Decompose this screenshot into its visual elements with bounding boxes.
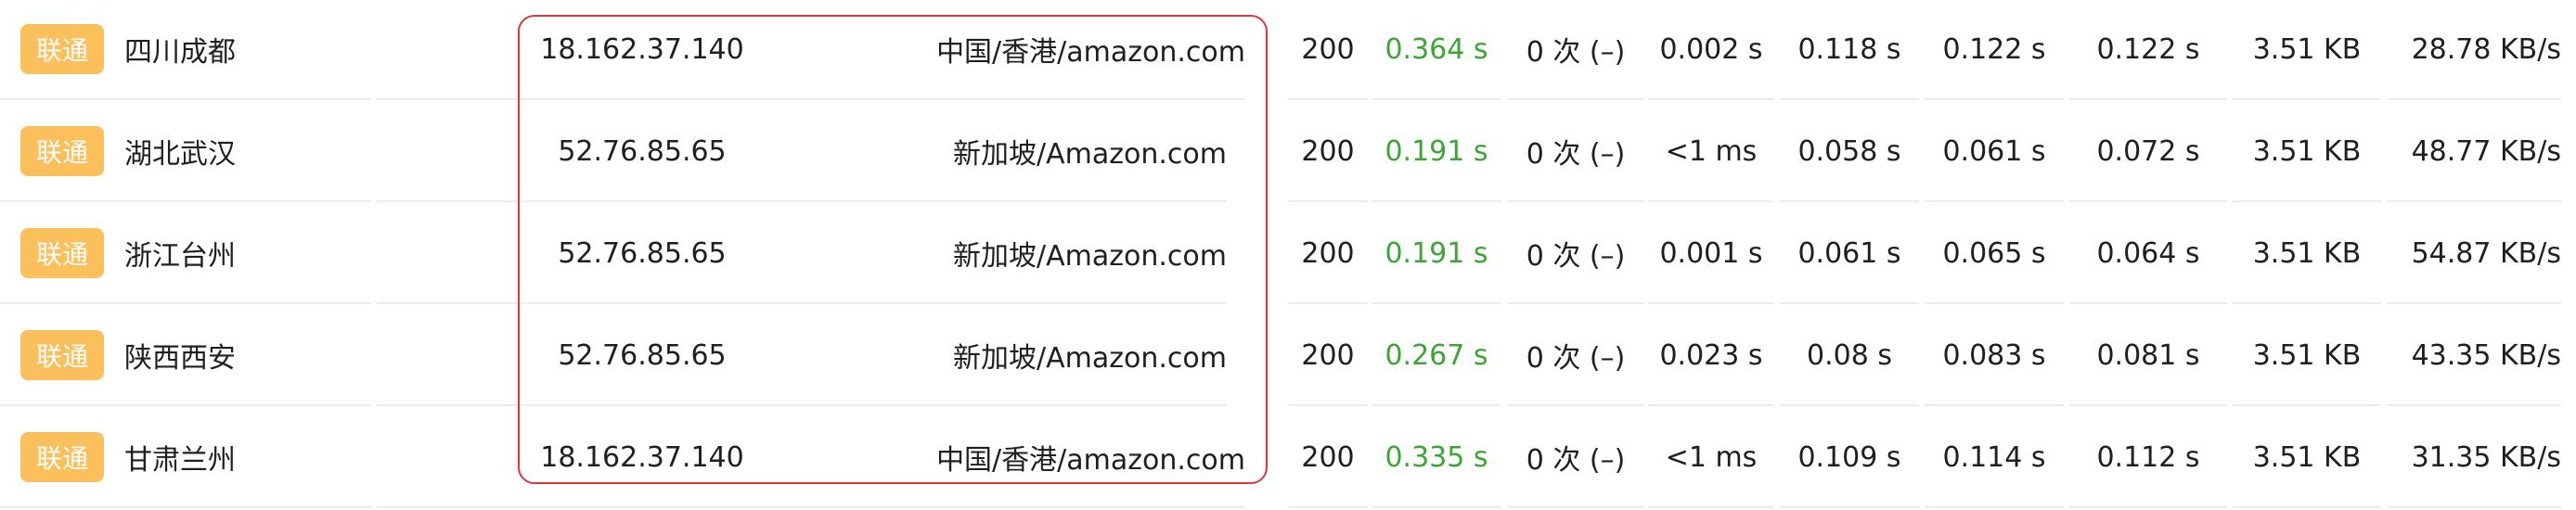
- ip-address: 52.76.85.65: [377, 102, 908, 202]
- node-name: 湖北武汉: [124, 138, 236, 171]
- isp-badge: 联通: [20, 126, 104, 176]
- download-time: 0.083 s: [1925, 306, 2064, 406]
- ip-address: 52.76.85.65: [377, 306, 908, 406]
- total-time: 0.191 s: [1372, 204, 1501, 304]
- dns-time: <1 ms: [1648, 408, 1774, 508]
- node-name: 陕西西安: [124, 342, 236, 375]
- redirect-count: 0 次 (–): [1507, 102, 1644, 202]
- first-byte-time: 0.081 s: [2069, 306, 2227, 406]
- download-time: 0.061 s: [1925, 102, 2064, 202]
- page-size: 3.51 KB: [2233, 204, 2381, 304]
- connect-time: 0.118 s: [1780, 0, 1919, 100]
- redirect-count: 0 次 (–): [1507, 0, 1644, 100]
- ip-location: 中国/香港/amazon.com: [902, 0, 1245, 100]
- isp-badge: 联通: [20, 24, 104, 74]
- connect-time: 0.058 s: [1780, 102, 1919, 202]
- connect-time: 0.061 s: [1780, 204, 1919, 304]
- download-speed: 28.78 KB/s: [2387, 0, 2561, 100]
- dns-time: 0.002 s: [1648, 0, 1774, 100]
- http-status: 200: [1288, 204, 1368, 304]
- page-size: 3.51 KB: [2233, 102, 2381, 202]
- node-cell: 联通 陕西西安: [0, 306, 371, 406]
- first-byte-time: 0.112 s: [2069, 408, 2227, 508]
- total-time: 0.191 s: [1372, 102, 1501, 202]
- redirect-count: 0 次 (–): [1507, 204, 1644, 304]
- node-name: 甘肃兰州: [124, 444, 236, 477]
- download-speed: 48.77 KB/s: [2387, 102, 2561, 202]
- ip-location: 新加坡/Amazon.com: [902, 102, 1227, 202]
- node-cell: 联通 四川成都: [0, 0, 371, 100]
- page-size: 3.51 KB: [2233, 306, 2381, 406]
- connect-time: 0.08 s: [1780, 306, 1919, 406]
- first-byte-time: 0.122 s: [2069, 0, 2227, 100]
- node-cell: 联通 浙江台州: [0, 204, 371, 304]
- first-byte-time: 0.072 s: [2069, 102, 2227, 202]
- redirect-count: 0 次 (–): [1507, 408, 1644, 508]
- total-time: 0.335 s: [1372, 408, 1501, 508]
- node-name: 浙江台州: [124, 240, 236, 273]
- first-byte-time: 0.064 s: [2069, 204, 2227, 304]
- node-name: 四川成都: [124, 36, 236, 69]
- http-status: 200: [1288, 102, 1368, 202]
- ip-location: 中国/香港/amazon.com: [902, 408, 1245, 508]
- table-row[interactable]: 联通 湖北武汉 52.76.85.65 新加坡/Amazon.com 200 0…: [0, 102, 2576, 204]
- page-size: 3.51 KB: [2233, 408, 2381, 508]
- total-time: 0.364 s: [1372, 0, 1501, 100]
- download-time: 0.122 s: [1925, 0, 2064, 100]
- isp-badge: 联通: [20, 228, 104, 278]
- download-speed: 43.35 KB/s: [2387, 306, 2561, 406]
- page-size: 3.51 KB: [2233, 0, 2381, 100]
- dns-time: 0.023 s: [1648, 306, 1774, 406]
- download-speed: 31.35 KB/s: [2387, 408, 2561, 508]
- connect-time: 0.109 s: [1780, 408, 1919, 508]
- table-row[interactable]: 联通 浙江台州 52.76.85.65 新加坡/Amazon.com 200 0…: [0, 204, 2576, 306]
- dns-time: 0.001 s: [1648, 204, 1774, 304]
- ip-location: 新加坡/Amazon.com: [902, 204, 1227, 304]
- download-time: 0.065 s: [1925, 204, 2064, 304]
- dns-time: <1 ms: [1648, 102, 1774, 202]
- total-time: 0.267 s: [1372, 306, 1501, 406]
- http-status: 200: [1288, 0, 1368, 100]
- isp-badge: 联通: [20, 330, 104, 380]
- http-status: 200: [1288, 306, 1368, 406]
- download-time: 0.114 s: [1925, 408, 2064, 508]
- ip-address: 52.76.85.65: [377, 204, 908, 304]
- http-status: 200: [1288, 408, 1368, 508]
- redirect-count: 0 次 (–): [1507, 306, 1644, 406]
- ip-address: 18.162.37.140: [377, 0, 908, 100]
- isp-badge: 联通: [20, 432, 104, 482]
- node-cell: 联通 甘肃兰州: [0, 408, 371, 508]
- table-row[interactable]: 联通 陕西西安 52.76.85.65 新加坡/Amazon.com 200 0…: [0, 306, 2576, 408]
- ip-address: 18.162.37.140: [377, 408, 908, 508]
- node-cell: 联通 湖北武汉: [0, 102, 371, 202]
- table-row[interactable]: 联通 四川成都 18.162.37.140 中国/香港/amazon.com 2…: [0, 0, 2576, 102]
- ip-location: 新加坡/Amazon.com: [902, 306, 1227, 406]
- speed-test-results-table: 联通 四川成都 18.162.37.140 中国/香港/amazon.com 2…: [0, 0, 2576, 508]
- download-speed: 54.87 KB/s: [2387, 204, 2561, 304]
